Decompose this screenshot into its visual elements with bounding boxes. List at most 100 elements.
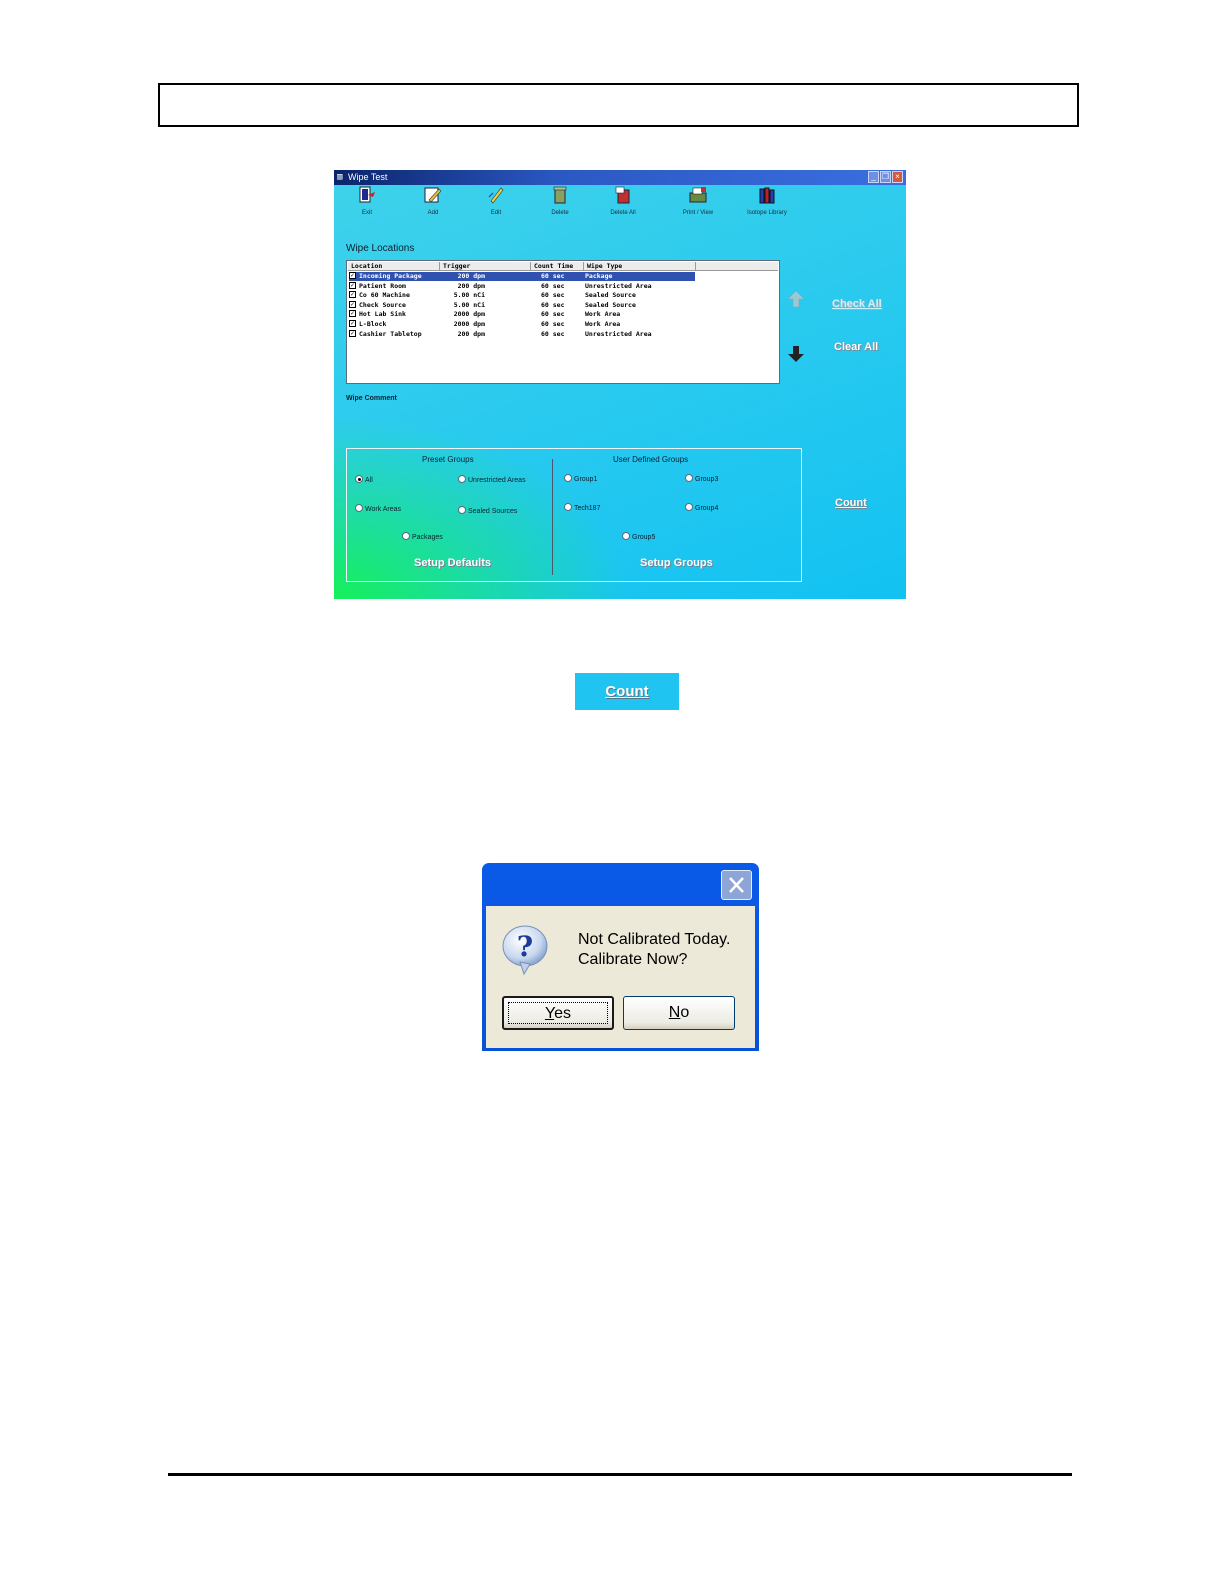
radio-icon: [564, 474, 572, 482]
wipe-test-window: ▥ Wipe Test _ ❐ × Exit Add Edit Delete D…: [334, 170, 906, 599]
column-header-blank: [696, 262, 778, 271]
column-header-count-time[interactable]: Count Time: [531, 262, 584, 271]
row-checkbox[interactable]: ✓: [349, 272, 356, 279]
row-count-time: 60 sec: [541, 310, 565, 319]
radio-selected-icon: [355, 475, 363, 483]
toolbar-delete-all-button[interactable]: Delete All: [595, 186, 651, 226]
row-checkbox[interactable]: ✓: [349, 281, 356, 289]
no-button[interactable]: No: [623, 996, 735, 1030]
row-location: Patient Room: [359, 281, 406, 290]
count-button-zoom[interactable]: Count: [575, 673, 679, 710]
user-radio-group3[interactable]: Group3: [685, 474, 718, 483]
toolbar-print-view-button[interactable]: Print / View: [670, 186, 726, 226]
close-x-icon: [729, 877, 744, 893]
toolbar-delete-button[interactable]: Delete: [532, 186, 588, 226]
preset-groups-title: Preset Groups: [422, 455, 474, 464]
list-header: Location Trigger Count Time Wipe Type: [348, 262, 778, 271]
print-view-icon: [689, 187, 707, 203]
row-location: Hot Lab Sink: [359, 310, 406, 319]
check-all-button[interactable]: Check All: [832, 298, 882, 310]
row-count-time: 60 sec: [541, 272, 565, 280]
table-row[interactable]: ✓ Hot Lab Sink 2000 dpm 60 sec Work Area: [349, 310, 695, 319]
delete-icon: [553, 186, 567, 204]
table-row[interactable]: ✓ L-Block 2000 dpm 60 sec Work Area: [349, 320, 695, 329]
row-checkbox[interactable]: ✓: [349, 329, 356, 337]
message-box-body: ? Not Calibrated Today. Calibrate Now? Y…: [486, 906, 755, 1048]
row-location: Check Source: [359, 300, 406, 309]
calibration-message-box: ? Not Calibrated Today. Calibrate Now? Y…: [482, 863, 759, 1051]
toolbar-add-button[interactable]: Add: [405, 186, 461, 226]
wipe-locations-label: Wipe Locations: [346, 243, 415, 254]
table-row[interactable]: ✓ Check Source 5.00 nCi 60 sec Sealed Source: [349, 301, 695, 310]
toolbar-exit-button[interactable]: Exit: [339, 186, 395, 226]
yes-label: Yes: [544, 1005, 572, 1022]
wipe-locations-list[interactable]: Location Trigger Count Time Wipe Type ✓ I…: [346, 260, 780, 384]
row-location: Co 60 Machine: [359, 291, 410, 300]
close-icon[interactable]: [721, 870, 752, 900]
column-header-location[interactable]: Location: [348, 262, 440, 271]
user-radio-group5[interactable]: Group5: [622, 532, 655, 541]
row-wipe-type: Work Area: [585, 310, 621, 319]
row-wipe-type: Unrestricted Area: [585, 329, 652, 338]
row-count-time: 60 sec: [541, 320, 565, 328]
radio-icon: [355, 504, 363, 512]
row-checkbox[interactable]: ✓: [349, 320, 356, 327]
groups-divider: [552, 459, 553, 575]
wipe-comment-label: Wipe Comment: [346, 395, 397, 402]
window-title: Wipe Test: [348, 172, 388, 182]
move-down-arrow-icon[interactable]: [787, 345, 805, 363]
toolbar-edit-button[interactable]: Edit: [468, 186, 524, 226]
row-count-time: 60 sec: [541, 281, 565, 290]
row-trigger: 2000 dpm: [453, 310, 485, 319]
preset-radio-unrestricted-areas[interactable]: Unrestricted Areas: [458, 475, 526, 484]
user-radio-tech187[interactable]: Tech187: [564, 503, 600, 512]
exit-icon: [359, 186, 375, 203]
delete-all-icon: [615, 186, 630, 204]
radio-icon: [685, 474, 693, 482]
row-wipe-type: Sealed Source: [585, 291, 636, 300]
row-checkbox[interactable]: ✓: [349, 291, 356, 299]
table-row[interactable]: ✓ Patient Room 200 dpm 60 sec Unrestricted A…: [349, 281, 695, 291]
radio-icon: [458, 475, 466, 483]
close-icon[interactable]: ×: [892, 171, 903, 183]
window-titlebar[interactable]: ▥ Wipe Test _ ❐ ×: [334, 170, 906, 185]
preset-radio-work-areas[interactable]: Work Areas: [355, 504, 401, 513]
row-wipe-type: Package: [585, 272, 613, 280]
row-trigger: 2000 dpm: [453, 320, 485, 328]
table-row[interactable]: ✓ Incoming Package 200 dpm 60 sec Package: [349, 272, 695, 281]
radio-icon: [622, 532, 630, 540]
column-header-wipe-type[interactable]: Wipe Type: [584, 262, 696, 271]
column-header-trigger[interactable]: Trigger: [440, 262, 531, 271]
row-checkbox[interactable]: ✓: [349, 301, 356, 308]
setup-groups-button[interactable]: Setup Groups: [640, 557, 713, 569]
preset-radio-all[interactable]: All: [355, 475, 373, 484]
user-defined-groups-title: User Defined Groups: [613, 455, 689, 464]
page-header-box: [158, 83, 1079, 127]
user-radio-group1[interactable]: Group1: [564, 474, 597, 483]
radio-icon: [402, 532, 410, 540]
row-count-time: 60 sec: [541, 300, 565, 309]
count-button[interactable]: Count: [835, 497, 867, 509]
row-count-time: 60 sec: [541, 329, 565, 338]
isotope-library-icon: [759, 187, 775, 204]
move-up-arrow-icon[interactable]: [787, 290, 805, 308]
yes-button[interactable]: Yes: [502, 996, 614, 1030]
radio-icon: [458, 506, 466, 514]
message-line-1: Not Calibrated Today.: [578, 931, 731, 948]
radio-icon: [685, 503, 693, 511]
question-icon: ?: [502, 925, 548, 976]
user-radio-group4[interactable]: Group4: [685, 503, 718, 512]
preset-radio-packages[interactable]: Packages: [402, 532, 443, 541]
row-trigger: 200 dpm: [457, 281, 485, 290]
restore-icon[interactable]: ❐: [880, 171, 891, 183]
row-checkbox[interactable]: ✓: [349, 310, 356, 318]
row-wipe-type: Work Area: [585, 320, 621, 328]
clear-all-button[interactable]: Clear All: [834, 341, 878, 353]
preset-radio-sealed-sources[interactable]: Sealed Sources: [458, 506, 517, 515]
table-row[interactable]: ✓ Co 60 Machine 5.00 nCi 60 sec Sealed Sourc…: [349, 291, 695, 300]
minimize-icon[interactable]: _: [868, 171, 879, 183]
table-row[interactable]: ✓ Cashier Tabletop 200 dpm 60 sec Unrestrict…: [349, 329, 695, 339]
toolbar-isotope-library-button[interactable]: Isotope Library: [739, 186, 795, 226]
setup-defaults-button[interactable]: Setup Defaults: [414, 557, 491, 569]
row-location: Incoming Package: [359, 272, 422, 280]
